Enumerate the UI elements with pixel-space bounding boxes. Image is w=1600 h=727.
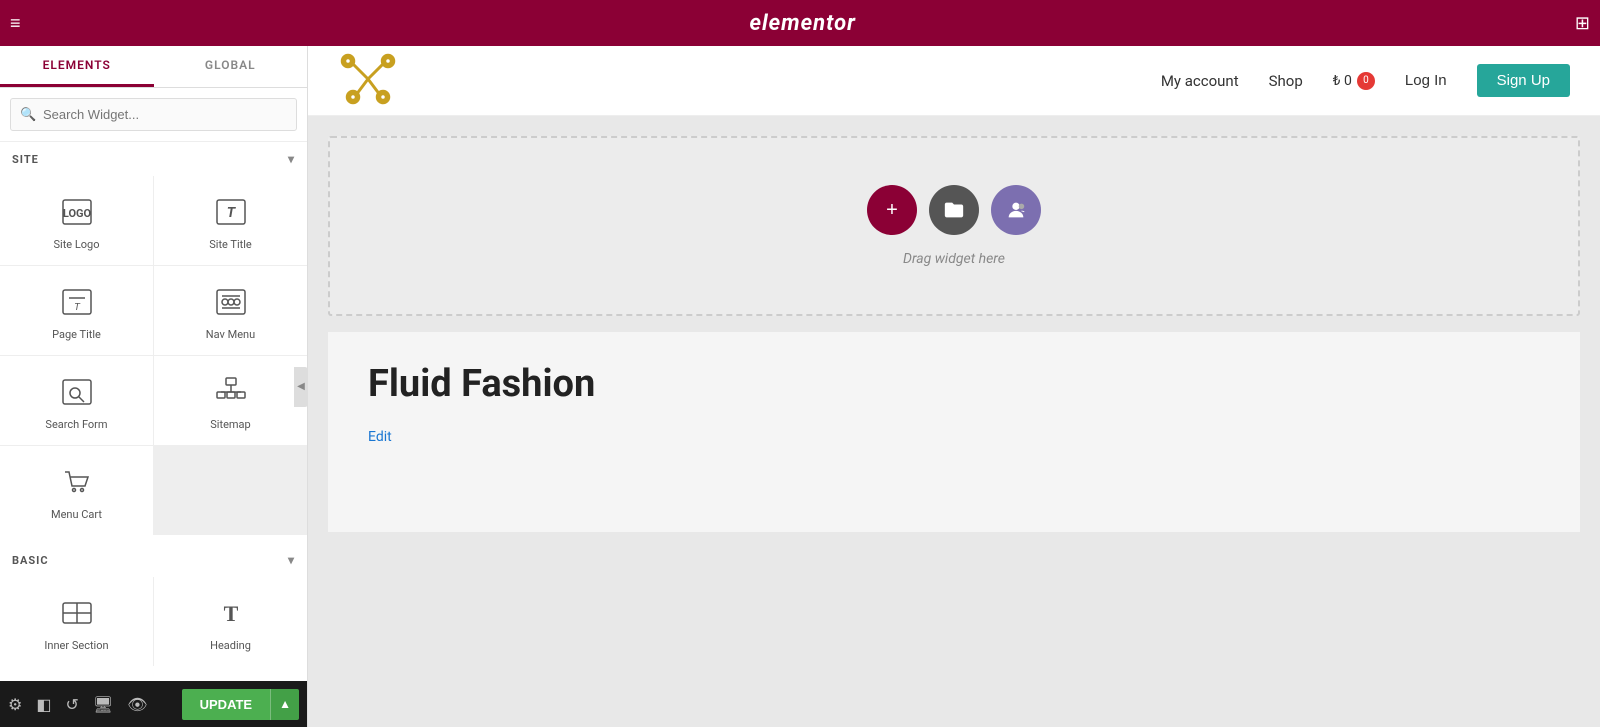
bottom-toolbar: ⚙ ◧ ↺ 🖥 👁 UPDATE ▲ bbox=[0, 681, 307, 727]
widget-menu-cart[interactable]: Menu Cart bbox=[0, 446, 153, 535]
section-header-site[interactable]: SITE ▾ bbox=[0, 142, 307, 176]
elementor-logo: elementor bbox=[31, 11, 1575, 36]
website-logo-area bbox=[338, 49, 398, 113]
update-button[interactable]: UPDATE bbox=[182, 689, 270, 720]
cart-label: ₺ 0 bbox=[1333, 73, 1352, 89]
search-container: 🔍 bbox=[0, 88, 307, 142]
login-button[interactable]: Log In bbox=[1405, 72, 1447, 89]
drop-zone: + Drag widge bbox=[328, 136, 1580, 316]
widget-heading[interactable]: T Heading bbox=[154, 577, 307, 666]
folder-icon bbox=[943, 199, 965, 221]
user-icon bbox=[1005, 199, 1027, 221]
site-logo-icon: LOGO bbox=[59, 194, 95, 230]
menu-cart-icon bbox=[59, 464, 95, 500]
collapse-handle[interactable]: ◀ bbox=[294, 367, 308, 407]
drag-widget-text: Drag widget here bbox=[903, 251, 1005, 267]
widget-label-search-form: Search Form bbox=[45, 418, 107, 431]
svg-text:T: T bbox=[74, 302, 81, 313]
canvas: My account Shop ₺ 0 0 Log In Sign Up + bbox=[308, 46, 1600, 727]
cart-badge: 0 bbox=[1357, 72, 1375, 90]
add-widget-button[interactable]: + bbox=[867, 185, 917, 235]
grid-icon[interactable]: ⊞ bbox=[1575, 13, 1590, 34]
scissors-logo-icon bbox=[338, 49, 398, 109]
tab-global[interactable]: GLOBAL bbox=[154, 46, 308, 87]
widget-label-sitemap: Sitemap bbox=[210, 418, 250, 431]
chevron-down-icon: ▾ bbox=[288, 152, 295, 166]
basic-widget-grid: Inner Section T Heading bbox=[0, 577, 307, 666]
eye-icon[interactable]: 👁 bbox=[127, 695, 147, 714]
widget-label-nav-menu: Nav Menu bbox=[206, 328, 255, 341]
svg-text:T: T bbox=[223, 601, 238, 626]
search-icon: 🔍 bbox=[20, 107, 36, 122]
widget-sitemap[interactable]: Sitemap bbox=[154, 356, 307, 445]
search-input[interactable] bbox=[10, 98, 297, 131]
nav-my-account[interactable]: My account bbox=[1161, 72, 1239, 90]
svg-text:LOGO: LOGO bbox=[62, 207, 91, 220]
canvas-body: + Drag widge bbox=[308, 116, 1600, 727]
nav-menu-icon bbox=[213, 284, 249, 320]
sitemap-icon bbox=[213, 374, 249, 410]
chevron-down-icon-basic: ▾ bbox=[288, 553, 295, 567]
widget-site-logo[interactable]: LOGO Site Logo bbox=[0, 176, 153, 265]
main-layout: ELEMENTS GLOBAL 🔍 SITE ▾ LOGO bbox=[0, 46, 1600, 727]
tab-elements[interactable]: ELEMENTS bbox=[0, 46, 154, 87]
section-header-basic[interactable]: BASIC ▾ bbox=[0, 543, 307, 577]
folder-button[interactable] bbox=[929, 185, 979, 235]
update-btn-container: UPDATE ▲ bbox=[182, 689, 299, 720]
monitor-icon[interactable]: 🖥 bbox=[93, 695, 113, 714]
widget-label-site-logo: Site Logo bbox=[53, 238, 99, 251]
svg-text:T: T bbox=[226, 205, 236, 221]
search-form-icon bbox=[59, 374, 95, 410]
section-label-site: SITE bbox=[12, 153, 39, 166]
sidebar-tabs: ELEMENTS GLOBAL bbox=[0, 46, 307, 88]
inner-section-icon bbox=[59, 595, 95, 631]
section-label-basic: BASIC bbox=[12, 554, 49, 567]
top-bar: ≡ elementor ⊞ bbox=[0, 0, 1600, 46]
sidebar-content: SITE ▾ LOGO Site Logo T bbox=[0, 142, 307, 681]
site-title-display: Fluid Fashion bbox=[368, 362, 1540, 406]
widget-label-heading: Heading bbox=[210, 639, 251, 652]
layers-icon[interactable]: ◧ bbox=[36, 695, 51, 714]
history-icon[interactable]: ↺ bbox=[65, 695, 78, 714]
widget-label-site-title: Site Title bbox=[209, 238, 252, 251]
widget-page-title[interactable]: T Page Title bbox=[0, 266, 153, 355]
website-nav: My account Shop ₺ 0 0 Log In Sign Up bbox=[1161, 64, 1570, 97]
nav-shop[interactable]: Shop bbox=[1269, 72, 1303, 90]
widget-label-menu-cart: Menu Cart bbox=[51, 508, 102, 521]
widget-label-inner-section: Inner Section bbox=[44, 639, 108, 652]
user-button[interactable] bbox=[991, 185, 1041, 235]
content-section: Fluid Fashion Edit bbox=[328, 332, 1580, 532]
sidebar: ELEMENTS GLOBAL 🔍 SITE ▾ LOGO bbox=[0, 46, 308, 727]
gear-icon[interactable]: ⚙ bbox=[8, 695, 22, 714]
signup-button[interactable]: Sign Up bbox=[1477, 64, 1570, 97]
widget-site-title[interactable]: T Site Title bbox=[154, 176, 307, 265]
update-arrow-button[interactable]: ▲ bbox=[270, 689, 299, 720]
edit-link[interactable]: Edit bbox=[368, 429, 392, 445]
widget-label-page-title: Page Title bbox=[52, 328, 101, 341]
cart-area: ₺ 0 0 bbox=[1333, 72, 1375, 90]
site-widget-grid: LOGO Site Logo T Site Title bbox=[0, 176, 307, 535]
drop-buttons: + bbox=[867, 185, 1041, 235]
widget-nav-menu[interactable]: Nav Menu bbox=[154, 266, 307, 355]
widget-inner-section[interactable]: Inner Section bbox=[0, 577, 153, 666]
widget-search-form[interactable]: Search Form bbox=[0, 356, 153, 445]
hamburger-icon[interactable]: ≡ bbox=[10, 13, 21, 34]
website-header: My account Shop ₺ 0 0 Log In Sign Up bbox=[308, 46, 1600, 116]
site-title-icon: T bbox=[213, 194, 249, 230]
page-title-icon: T bbox=[59, 284, 95, 320]
search-wrapper: 🔍 bbox=[10, 98, 297, 131]
heading-icon: T bbox=[213, 595, 249, 631]
